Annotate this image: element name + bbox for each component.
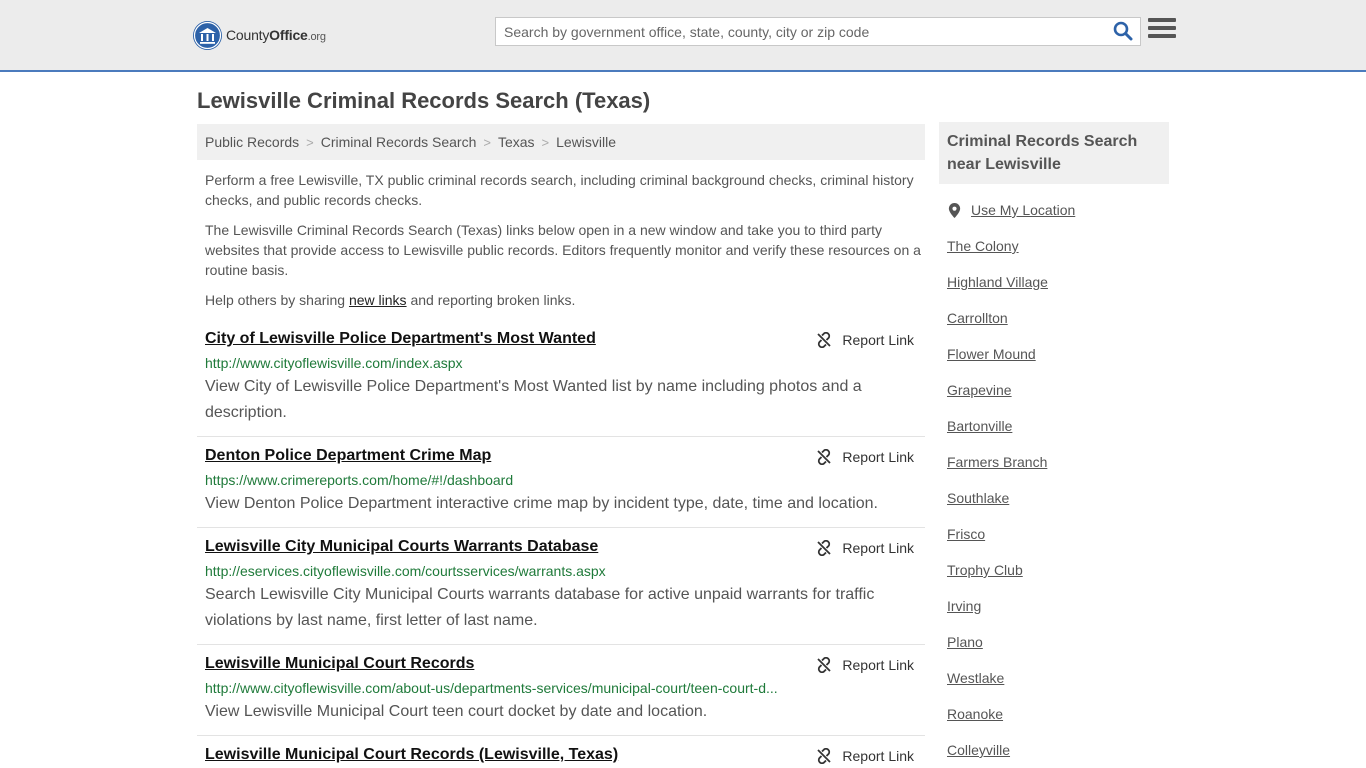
- page-title: Lewisville Criminal Records Search (Texa…: [197, 88, 651, 113]
- sidebar-item-westlake[interactable]: Westlake: [947, 670, 1004, 686]
- sidebar-item-farmers-branch[interactable]: Farmers Branch: [947, 454, 1047, 470]
- breadcrumb-criminal-records-search[interactable]: Criminal Records Search: [321, 134, 477, 150]
- search-icon: [1113, 21, 1133, 40]
- site-logo[interactable]: CountyOffice.org: [193, 20, 326, 50]
- breadcrumb: Public Records > Criminal Records Search…: [197, 124, 925, 160]
- report-link-button[interactable]: Report Link: [816, 748, 914, 764]
- sidebar-item-the-colony[interactable]: The Colony: [947, 238, 1019, 254]
- sidebar-item-roanoke[interactable]: Roanoke: [947, 706, 1003, 722]
- result-title-link[interactable]: Lewisville City Municipal Courts Warrant…: [205, 538, 598, 556]
- result-url[interactable]: http://eservices.cityoflewisville.com/co…: [205, 563, 606, 579]
- intro-paragraph-1: Perform a free Lewisville, TX public cri…: [205, 172, 914, 208]
- result-title-link[interactable]: Lewisville Municipal Court Records (Lewi…: [205, 746, 618, 764]
- broken-link-icon: [817, 657, 832, 673]
- logo-text: CountyOffice.org: [226, 27, 326, 43]
- sidebar-item-plano[interactable]: Plano: [947, 634, 983, 650]
- report-link-label: Report Link: [842, 332, 914, 348]
- breadcrumb-texas[interactable]: Texas: [498, 134, 535, 150]
- location-pin-icon: [948, 202, 961, 218]
- logo-seal-icon: [193, 20, 222, 50]
- result-item: Lewisville City Municipal Courts Warrant…: [197, 538, 925, 645]
- search-box: [495, 17, 1141, 46]
- broken-link-icon: [817, 748, 832, 764]
- result-url[interactable]: http://www.cityoflewisville.com/index.as…: [205, 355, 463, 371]
- breadcrumb-public-records[interactable]: Public Records: [205, 134, 299, 150]
- intro-text: and reporting broken links.: [406, 292, 576, 308]
- report-link-button[interactable]: Report Link: [816, 449, 914, 465]
- use-my-location-label: Use My Location: [971, 202, 1076, 218]
- report-link-label: Report Link: [842, 748, 914, 764]
- search-button[interactable]: [1110, 20, 1136, 44]
- sidebar-item-highland-village[interactable]: Highland Village: [947, 274, 1048, 290]
- report-link-label: Report Link: [842, 657, 914, 673]
- result-description: View City of Lewisville Police Departmen…: [205, 378, 862, 421]
- sidebar-item-irving[interactable]: Irving: [947, 598, 981, 614]
- result-url[interactable]: http://www.cityoflewisville.com/about-us…: [205, 680, 778, 696]
- new-links-link[interactable]: new links: [349, 292, 407, 308]
- sidebar-heading: Criminal Records Search near Lewisville: [939, 122, 1169, 184]
- intro-paragraph-3: Help others by sharing new links and rep…: [205, 290, 921, 310]
- sidebar-item-colleyville[interactable]: Colleyville: [947, 742, 1010, 758]
- broken-link-icon: [817, 332, 832, 348]
- result-description: Search Lewisville City Municipal Courts …: [205, 586, 875, 629]
- result-title-link[interactable]: Lewisville Municipal Court Records: [205, 655, 474, 673]
- breadcrumb-separator: >: [483, 134, 491, 150]
- report-link-button[interactable]: Report Link: [816, 332, 914, 348]
- result-title-link[interactable]: City of Lewisville Police Department's M…: [205, 330, 596, 348]
- report-link-button[interactable]: Report Link: [816, 657, 914, 673]
- report-link-label: Report Link: [842, 540, 914, 556]
- sidebar-item-bartonville[interactable]: Bartonville: [947, 418, 1012, 434]
- report-link-button[interactable]: Report Link: [816, 540, 914, 556]
- search-input[interactable]: [496, 18, 1106, 45]
- intro-paragraph-2: The Lewisville Criminal Records Search (…: [205, 222, 921, 278]
- sidebar-item-frisco[interactable]: Frisco: [947, 526, 985, 542]
- sidebar-item-southlake[interactable]: Southlake: [947, 490, 1009, 506]
- broken-link-icon: [817, 449, 832, 465]
- sidebar-item-trophy-club[interactable]: Trophy Club: [947, 562, 1023, 578]
- result-item: Lewisville Municipal Court Records (Lewi…: [197, 746, 925, 768]
- sidebar-item-flower-mound[interactable]: Flower Mound: [947, 346, 1036, 362]
- result-item: Lewisville Municipal Court Records Repor…: [197, 655, 925, 736]
- intro-text: Help others by sharing: [205, 292, 349, 308]
- result-description: View Denton Police Department interactiv…: [205, 495, 878, 512]
- site-header: CountyOffice.org: [0, 0, 1366, 72]
- result-description: View Lewisville Municipal Court teen cou…: [205, 703, 708, 720]
- result-title-link[interactable]: Denton Police Department Crime Map: [205, 447, 491, 465]
- result-url[interactable]: https://www.crimereports.com/home/#!/das…: [205, 472, 513, 488]
- breadcrumb-lewisville[interactable]: Lewisville: [556, 134, 616, 150]
- breadcrumb-separator: >: [306, 134, 314, 150]
- result-item: City of Lewisville Police Department's M…: [197, 330, 925, 437]
- sidebar-item-carrollton[interactable]: Carrollton: [947, 310, 1008, 326]
- broken-link-icon: [817, 540, 832, 556]
- breadcrumb-separator: >: [541, 134, 550, 150]
- use-my-location-link[interactable]: Use My Location: [947, 202, 1075, 218]
- report-link-label: Report Link: [842, 449, 914, 465]
- menu-icon[interactable]: [1148, 18, 1176, 44]
- sidebar-item-grapevine[interactable]: Grapevine: [947, 382, 1012, 398]
- result-item: Denton Police Department Crime Map Repor…: [197, 447, 925, 528]
